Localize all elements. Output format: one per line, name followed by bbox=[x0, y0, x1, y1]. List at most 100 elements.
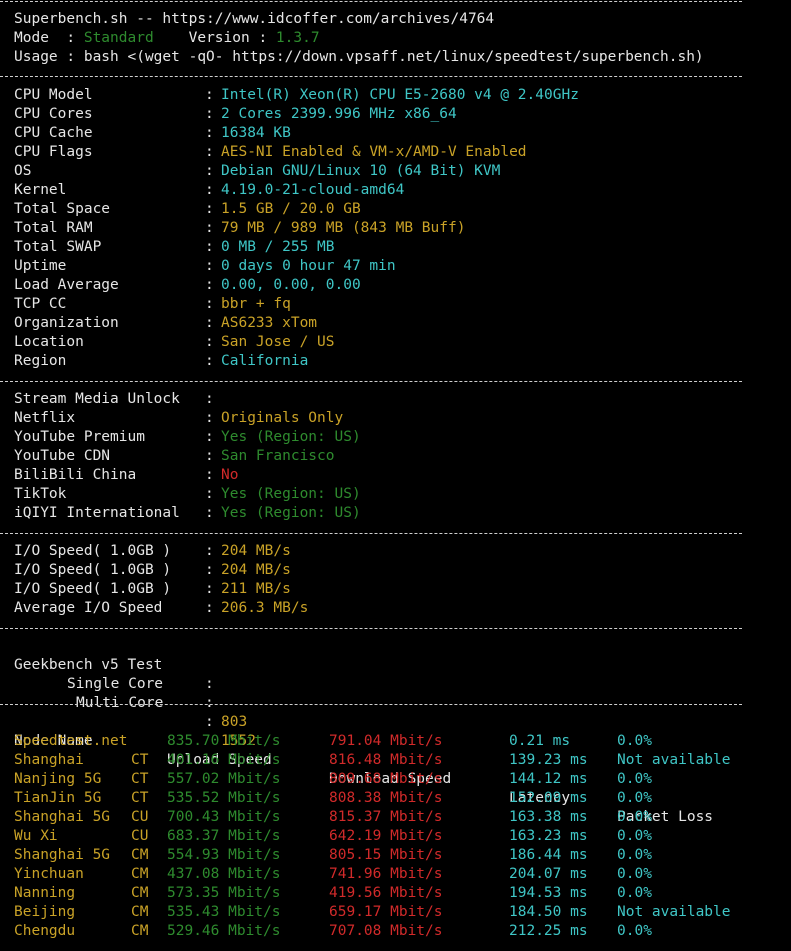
system-info-label: CPU Flags bbox=[14, 144, 93, 160]
system-info-value: 16384 KB bbox=[221, 125, 291, 141]
media-unlock-row: BiliBili China: No bbox=[0, 466, 791, 485]
system-info-label: OS bbox=[14, 163, 32, 179]
media-unlock-value: Yes (Region: US) bbox=[221, 505, 361, 521]
system-info-row: CPU Cores:2 Cores 2399.996 MHz x86_64 bbox=[0, 105, 791, 124]
isp-code: CU bbox=[131, 828, 149, 844]
node-name: Speedtest.net bbox=[14, 733, 128, 749]
latency: 184.50 ms bbox=[509, 904, 588, 920]
media-unlock-label: YouTube CDN bbox=[14, 448, 111, 464]
upload-speed: 683.37 Mbit/s bbox=[167, 828, 281, 844]
latency: 186.44 ms bbox=[509, 847, 588, 863]
system-info-label: Total Space bbox=[14, 201, 111, 217]
system-info-value: 0 MB / 255 MB bbox=[221, 239, 335, 255]
io-speed-row: I/O Speed( 1.0GB ):211 MB/s bbox=[0, 580, 791, 599]
colon: : bbox=[205, 106, 214, 122]
table-row: Beijing CM 535.43 Mbit/s 659.17 Mbit/s 184.5… bbox=[0, 903, 791, 922]
download-speed: 816.48 Mbit/s bbox=[329, 752, 443, 768]
mode-label: Mode : bbox=[14, 30, 84, 46]
colon: : bbox=[205, 277, 214, 293]
packet-loss: 0.0% bbox=[617, 847, 652, 863]
node-name: Nanjing 5G bbox=[14, 771, 102, 787]
system-info-label: Location bbox=[14, 334, 84, 350]
geekbench-multi-row: Multi Core : 1552 bbox=[0, 675, 791, 749]
table-row: TianJin 5G CT 535.52 Mbit/s 808.38 Mbit/s 15… bbox=[0, 789, 791, 808]
download-speed: 707.08 Mbit/s bbox=[329, 923, 443, 939]
media-unlock-row: Stream Media Unlock: bbox=[0, 390, 791, 409]
isp-code: CM bbox=[131, 923, 149, 939]
table-row: Shanghai CT 401.16 Mbit/s 816.48 Mbit/s 139.… bbox=[0, 751, 791, 770]
system-info-value: 1.5 GB / 20.0 GB bbox=[221, 201, 361, 217]
latency: 144.12 ms bbox=[509, 771, 588, 787]
media-unlock-value: Yes (Region: US) bbox=[221, 429, 361, 445]
isp-code: CM bbox=[131, 904, 149, 920]
colon: : bbox=[205, 163, 214, 179]
colon: : bbox=[205, 334, 214, 350]
download-speed: 808.38 Mbit/s bbox=[329, 790, 443, 806]
download-speed: 741.96 Mbit/s bbox=[329, 866, 443, 882]
separator bbox=[0, 533, 742, 534]
system-info-label: TCP CC bbox=[14, 296, 67, 312]
system-info-value: Intel(R) Xeon(R) CPU E5-2680 v4 @ 2.40GH… bbox=[221, 87, 579, 103]
latency: 204.07 ms bbox=[509, 866, 588, 882]
media-unlock-value: No bbox=[221, 467, 239, 483]
terminal-window[interactable]: Superbench.sh -- https://www.idcoffer.co… bbox=[0, 0, 791, 951]
colon: : bbox=[205, 258, 214, 274]
system-info-value: 0.00, 0.00, 0.00 bbox=[221, 277, 361, 293]
io-speed-value: 204 MB/s bbox=[221, 543, 291, 559]
system-info-row: Load Average:0.00, 0.00, 0.00 bbox=[0, 276, 791, 295]
media-unlock-label: TikTok bbox=[14, 486, 67, 502]
media-unlock-label: YouTube Premium bbox=[14, 429, 145, 445]
system-info-row: CPU Cache:16384 KB bbox=[0, 124, 791, 143]
version-label: Version : bbox=[153, 30, 276, 46]
media-unlock-row: YouTube Premium: Yes (Region: US) bbox=[0, 428, 791, 447]
colon: : bbox=[205, 220, 214, 236]
isp-code: CT bbox=[131, 771, 149, 787]
system-info-value: 4.19.0-21-cloud-amd64 bbox=[221, 182, 405, 198]
packet-loss: 0.0% bbox=[617, 733, 652, 749]
upload-speed: 700.43 Mbit/s bbox=[167, 809, 281, 825]
table-row: Wu Xi CU 683.37 Mbit/s 642.19 Mbit/s 163.23 … bbox=[0, 827, 791, 846]
table-row: Speedtest.net 835.70 Mbit/s 791.04 Mbit/s 0… bbox=[0, 732, 791, 751]
upload-speed: 835.70 Mbit/s bbox=[167, 733, 281, 749]
system-info-row: CPU Model: Intel(R) Xeon(R) CPU E5-2680 v… bbox=[0, 86, 791, 105]
packet-loss: 0.0% bbox=[617, 866, 652, 882]
colon: : bbox=[205, 543, 214, 559]
title-line: Superbench.sh -- https://www.idcoffer.co… bbox=[14, 11, 495, 27]
media-unlock-row: iQIYI International: Yes (Region: US) bbox=[0, 504, 791, 523]
isp-code: CM bbox=[131, 885, 149, 901]
io-speed-label: I/O Speed( 1.0GB ) bbox=[14, 543, 172, 559]
system-info-label: Region bbox=[14, 353, 67, 369]
system-info-row: Organization: AS6233 xTom bbox=[0, 314, 791, 333]
packet-loss: 0.0% bbox=[617, 828, 652, 844]
colon: : bbox=[205, 448, 214, 464]
table-row: Shanghai 5G CM 554.93 Mbit/s 805.15 Mbit/s 1… bbox=[0, 846, 791, 865]
upload-speed: 437.08 Mbit/s bbox=[167, 866, 281, 882]
packet-loss: Not available bbox=[617, 904, 731, 920]
table-row: Chengdu CM 529.46 Mbit/s 707.08 Mbit/s 212.2… bbox=[0, 922, 791, 941]
media-unlock-row: Netflix: Originals Only bbox=[0, 409, 791, 428]
system-info-row: Total Space:1.5 GB / 20.0 GB bbox=[0, 200, 791, 219]
media-unlock-row: TikTok: Yes (Region: US) bbox=[0, 485, 791, 504]
system-info-value: Debian GNU/Linux 10 (64 Bit) KVM bbox=[221, 163, 501, 179]
system-info-label: Kernel bbox=[14, 182, 67, 198]
system-info-value: bbr + fq bbox=[221, 296, 291, 312]
media-unlock-label: Netflix bbox=[14, 410, 76, 426]
system-info-row: Total RAM:79 MB / 989 MB (843 MB Buff) bbox=[0, 219, 791, 238]
io-speed-value: 211 MB/s bbox=[221, 581, 291, 597]
isp-code: CT bbox=[131, 790, 149, 806]
isp-code: CM bbox=[131, 847, 149, 863]
latency: 139.23 ms bbox=[509, 752, 588, 768]
latency: 163.23 ms bbox=[509, 828, 588, 844]
node-name: Wu Xi bbox=[14, 828, 58, 844]
latency: 212.25 ms bbox=[509, 923, 588, 939]
system-info-row: OS: Debian GNU/Linux 10 (64 Bit) KVM bbox=[0, 162, 791, 181]
isp-code: CT bbox=[131, 752, 149, 768]
colon: : bbox=[205, 353, 214, 369]
system-info-label: Total SWAP bbox=[14, 239, 102, 255]
system-info-value: AES-NI Enabled & VM-x/AMD-V Enabled bbox=[221, 144, 527, 160]
packet-loss: 0.0% bbox=[617, 809, 652, 825]
colon: : bbox=[205, 239, 214, 255]
colon: : bbox=[205, 467, 214, 483]
colon: : bbox=[205, 391, 214, 407]
system-info-row: Kernel:4.19.0-21-cloud-amd64 bbox=[0, 181, 791, 200]
